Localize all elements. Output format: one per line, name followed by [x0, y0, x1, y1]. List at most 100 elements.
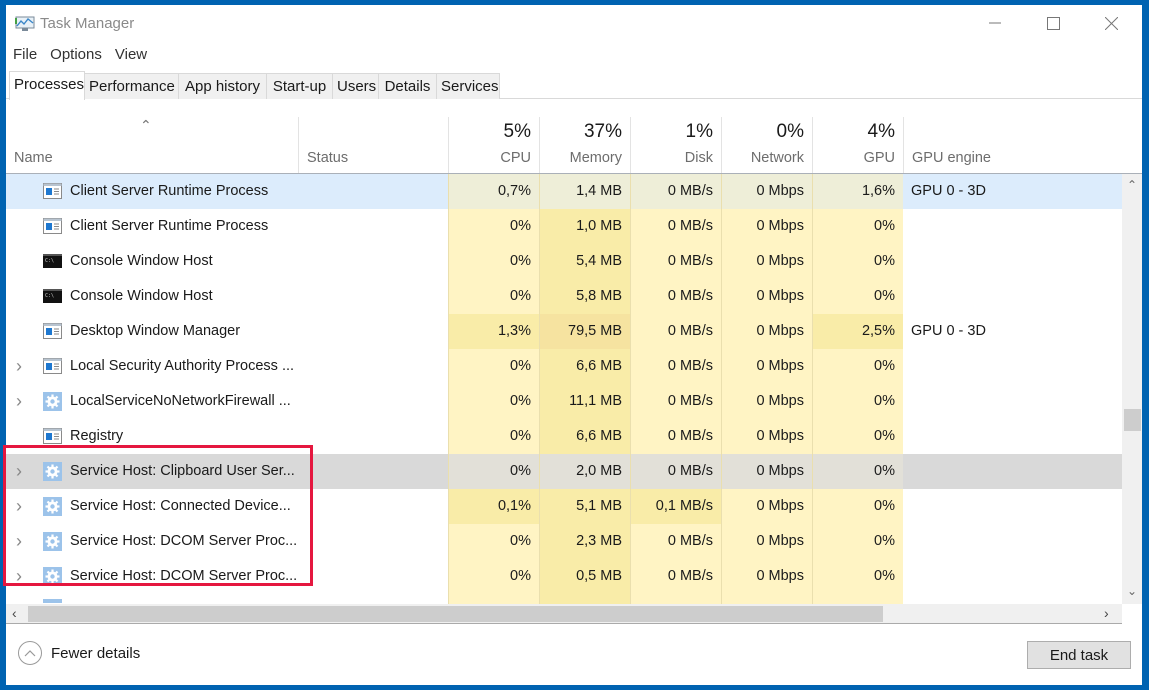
- process-gpu-engine: [911, 384, 1111, 419]
- process-row[interactable]: › Service Host: Clipboard User Ser... 0% 2,…: [6, 454, 1122, 489]
- menu-options[interactable]: Options: [43, 44, 108, 66]
- expand-chevron-icon[interactable]: ›: [16, 489, 22, 524]
- process-name: Service Host: DCOM Server Proc...: [70, 533, 298, 549]
- process-memory: 5,8 MB: [539, 279, 630, 314]
- gpu-total: 4%: [867, 121, 895, 142]
- tab-users[interactable]: Users: [332, 73, 379, 99]
- process-name: Client Server Runtime Process: [70, 183, 269, 199]
- process-cpu: 0%: [448, 454, 539, 489]
- column-network[interactable]: 0% Network: [721, 117, 812, 173]
- maximize-icon: [1046, 16, 1060, 30]
- process-gpu-engine: [911, 349, 1111, 384]
- title-bar: Task Manager: [6, 5, 1142, 41]
- process-memory: 6,6 MB: [539, 349, 630, 384]
- process-network: 0 Mbps: [721, 489, 812, 524]
- scroll-down-icon[interactable]: ⌄: [1127, 584, 1137, 598]
- fewer-details-button[interactable]: Fewer details: [18, 641, 140, 665]
- process-disk: 0 MB/s: [630, 349, 721, 384]
- tab-services[interactable]: Services: [436, 73, 500, 99]
- column-name[interactable]: Name: [6, 117, 298, 173]
- horizontal-scrollbar[interactable]: ‹ ›: [6, 604, 1122, 624]
- column-cpu[interactable]: 5% CPU: [448, 117, 539, 173]
- vertical-scroll-thumb[interactable]: [1124, 409, 1141, 431]
- process-name: Local Security Authority Process ...: [70, 358, 295, 374]
- scroll-left-icon[interactable]: ‹: [12, 605, 17, 621]
- process-gpu: 0%: [812, 384, 903, 419]
- tab-processes[interactable]: Processes: [9, 71, 85, 100]
- process-status: [298, 314, 448, 349]
- process-cpu: 0%: [448, 209, 539, 244]
- scroll-up-icon[interactable]: ⌃: [1127, 178, 1137, 192]
- process-gpu: 0%: [812, 244, 903, 279]
- process-row[interactable]: › LocalServiceNoNetworkFirewall ... 0% 11,1…: [6, 384, 1122, 419]
- column-disk[interactable]: 1% Disk: [630, 117, 721, 173]
- vertical-scrollbar[interactable]: ⌃ ⌄: [1122, 174, 1142, 604]
- process-row[interactable]: C:\ Console Window Host 0% 5,4 MB 0 MB/s 0 Mb…: [6, 244, 1122, 279]
- process-memory: 5,1 MB: [539, 489, 630, 524]
- process-network: 0 Mbps: [721, 279, 812, 314]
- expand-chevron-icon[interactable]: ›: [16, 454, 22, 489]
- process-status: [298, 244, 448, 279]
- process-memory: 2,3 MB: [539, 524, 630, 559]
- process-row[interactable]: Client Server Runtime Process 0,7% 1,4 MB 0…: [6, 174, 1122, 209]
- expand-chevron-icon[interactable]: ›: [16, 349, 22, 384]
- process-name: Service Host: Clipboard User Ser...: [70, 463, 295, 479]
- minimize-button[interactable]: [966, 5, 1024, 41]
- process-status: [298, 524, 448, 559]
- process-name: Console Window Host: [70, 288, 213, 304]
- footer: Fewer details End task: [6, 625, 1142, 685]
- maximize-button[interactable]: [1024, 5, 1082, 41]
- process-row[interactable]: › Local Security Authority Process ... 0% 6…: [6, 349, 1122, 384]
- tab-start-up[interactable]: Start-up: [266, 73, 333, 99]
- process-gpu: 2,5%: [812, 314, 903, 349]
- menu-bar: File Options View: [6, 44, 153, 66]
- process-gpu-engine: [911, 559, 1111, 594]
- process-status: [298, 279, 448, 314]
- tab-details[interactable]: Details: [378, 73, 437, 99]
- process-name: Service Host: DCOM Server Proc...: [70, 568, 298, 584]
- column-status[interactable]: Status: [298, 117, 448, 173]
- expand-chevron-icon[interactable]: ›: [16, 524, 22, 559]
- process-row[interactable]: › Service Host: Connected Device... 0,1% 5,…: [6, 489, 1122, 524]
- window-app-icon: [43, 218, 62, 234]
- process-network: 0 Mbps: [721, 349, 812, 384]
- column-memory[interactable]: 37% Memory: [539, 117, 630, 173]
- process-cpu: 0%: [448, 349, 539, 384]
- expand-chevron-icon[interactable]: ›: [16, 384, 22, 419]
- window-title: Task Manager: [40, 15, 135, 32]
- expand-chevron-icon[interactable]: ›: [16, 559, 22, 594]
- process-disk: 0 MB/s: [630, 244, 721, 279]
- scroll-right-icon[interactable]: ›: [1104, 605, 1109, 621]
- process-gpu: 0%: [812, 489, 903, 524]
- process-network: 0 Mbps: [721, 174, 812, 209]
- end-task-button[interactable]: End task: [1027, 641, 1131, 669]
- process-row[interactable]: Client Server Runtime Process 0% 1,0 MB 0 M…: [6, 209, 1122, 244]
- window-app-icon: [43, 183, 62, 199]
- window-app-icon: [43, 323, 62, 339]
- process-row-partial[interactable]: [6, 594, 1122, 604]
- column-gpu[interactable]: 4% GPU: [812, 117, 903, 173]
- gear-icon: [43, 599, 62, 603]
- process-network: 0 Mbps: [721, 314, 812, 349]
- process-disk: 0 MB/s: [630, 174, 721, 209]
- process-row[interactable]: Registry 0% 6,6 MB 0 MB/s 0 Mbps 0%: [6, 419, 1122, 454]
- process-status: [298, 489, 448, 524]
- tab-performance[interactable]: Performance: [84, 73, 179, 99]
- menu-file[interactable]: File: [6, 44, 43, 66]
- process-status: [298, 174, 448, 209]
- column-gpu-engine[interactable]: GPU engine: [903, 117, 1142, 173]
- process-row[interactable]: › Service Host: DCOM Server Proc... 0% 0,5 …: [6, 559, 1122, 594]
- close-button[interactable]: [1082, 5, 1140, 41]
- process-row[interactable]: › Service Host: DCOM Server Proc... 0% 2,3 …: [6, 524, 1122, 559]
- tab-app-history[interactable]: App history: [178, 73, 267, 99]
- horizontal-scroll-thumb[interactable]: [28, 606, 883, 622]
- process-gpu-engine: GPU 0 - 3D: [911, 323, 986, 339]
- process-status: [298, 419, 448, 454]
- menu-view[interactable]: View: [108, 44, 153, 66]
- process-gpu-engine: [911, 244, 1111, 279]
- process-row[interactable]: Desktop Window Manager 1,3% 79,5 MB 0 MB/s 0…: [6, 314, 1122, 349]
- process-gpu: 0%: [812, 559, 903, 594]
- process-status: [298, 384, 448, 419]
- process-row[interactable]: C:\ Console Window Host 0% 5,8 MB 0 MB/s 0 Mb…: [6, 279, 1122, 314]
- process-status: [298, 559, 448, 594]
